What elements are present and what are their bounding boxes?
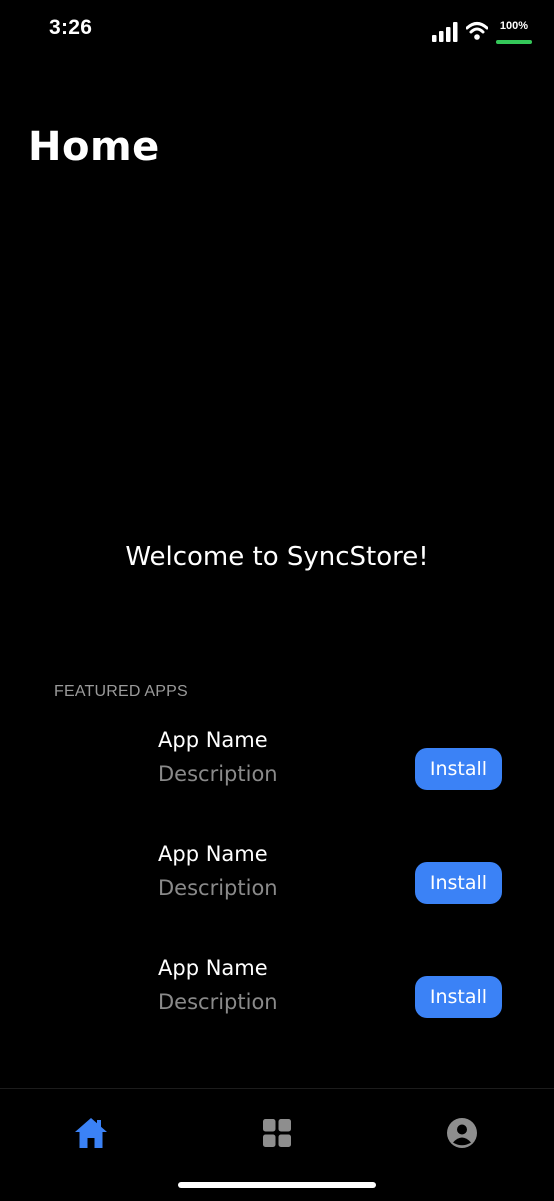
app-name: App Name [158,956,268,980]
page-title: Home [28,124,160,170]
app-description: Description [158,990,278,1014]
tab-home[interactable] [71,1113,111,1153]
wifi-icon [466,22,488,40]
status-time: 3:26 [49,16,93,39]
tab-apps[interactable] [257,1113,297,1153]
tab-profile[interactable] [442,1113,482,1153]
cellular-signal-icon [432,22,458,42]
status-icons: 100% [432,20,532,44]
install-button[interactable]: Install [415,862,502,904]
featured-apps-label: FEATURED APPS [54,683,188,700]
featured-app-list: App Name Description Install App Name De… [0,728,554,1070]
home-indicator [178,1182,376,1188]
status-bar: 3:26 100% [0,0,554,60]
profile-icon [447,1118,477,1148]
app-list-item: App Name Description Install [0,842,554,956]
app-list-item: App Name Description Install [0,956,554,1070]
battery-fill [496,40,532,44]
app-name: App Name [158,728,268,752]
install-button[interactable]: Install [415,748,502,790]
welcome-message: Welcome to SyncStore! [125,542,429,572]
grid-icon [263,1119,291,1147]
install-button[interactable]: Install [415,976,502,1018]
battery-percentage: 100% [499,20,529,32]
battery-indicator: 100% [496,20,532,44]
home-icon [75,1118,107,1148]
app-description: Description [158,876,278,900]
app-description: Description [158,762,278,786]
app-name: App Name [158,842,268,866]
app-list-item: App Name Description Install [0,728,554,842]
